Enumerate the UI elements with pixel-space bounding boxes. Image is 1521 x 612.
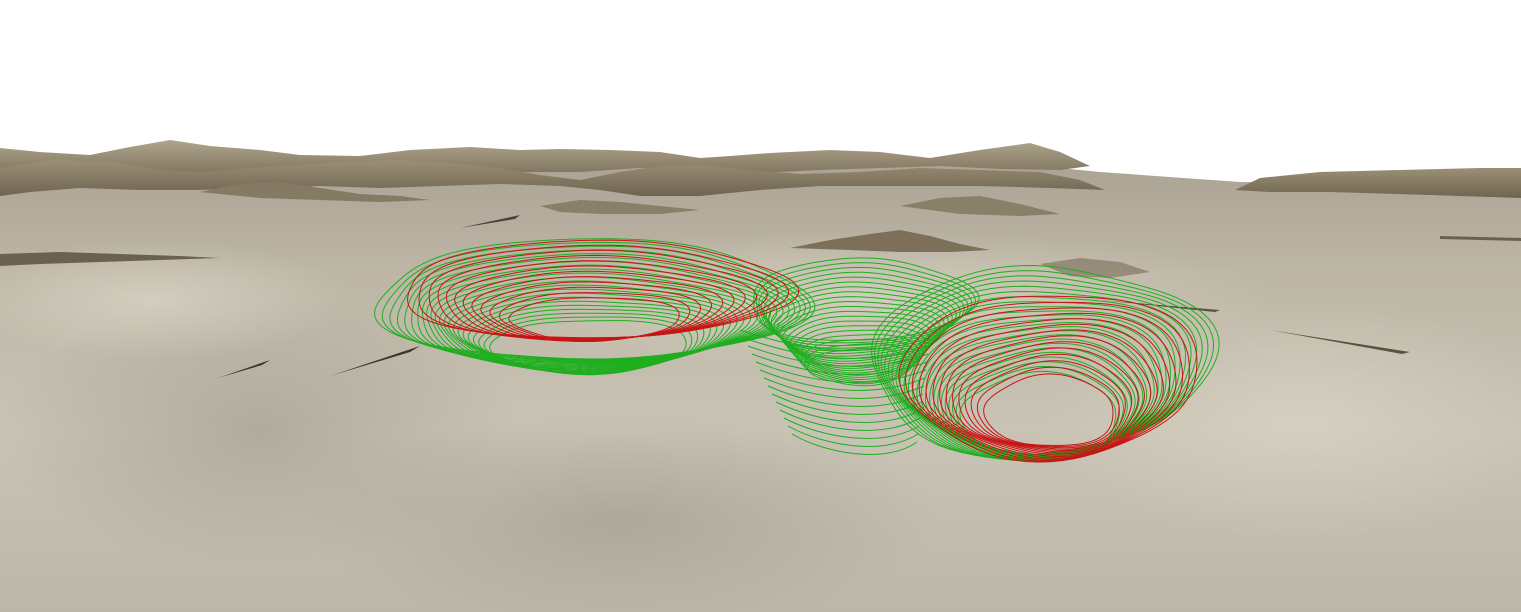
scene-canvas[interactable]	[0, 0, 1521, 612]
terrain	[0, 140, 1521, 612]
3d-viewport[interactable]	[0, 0, 1521, 612]
